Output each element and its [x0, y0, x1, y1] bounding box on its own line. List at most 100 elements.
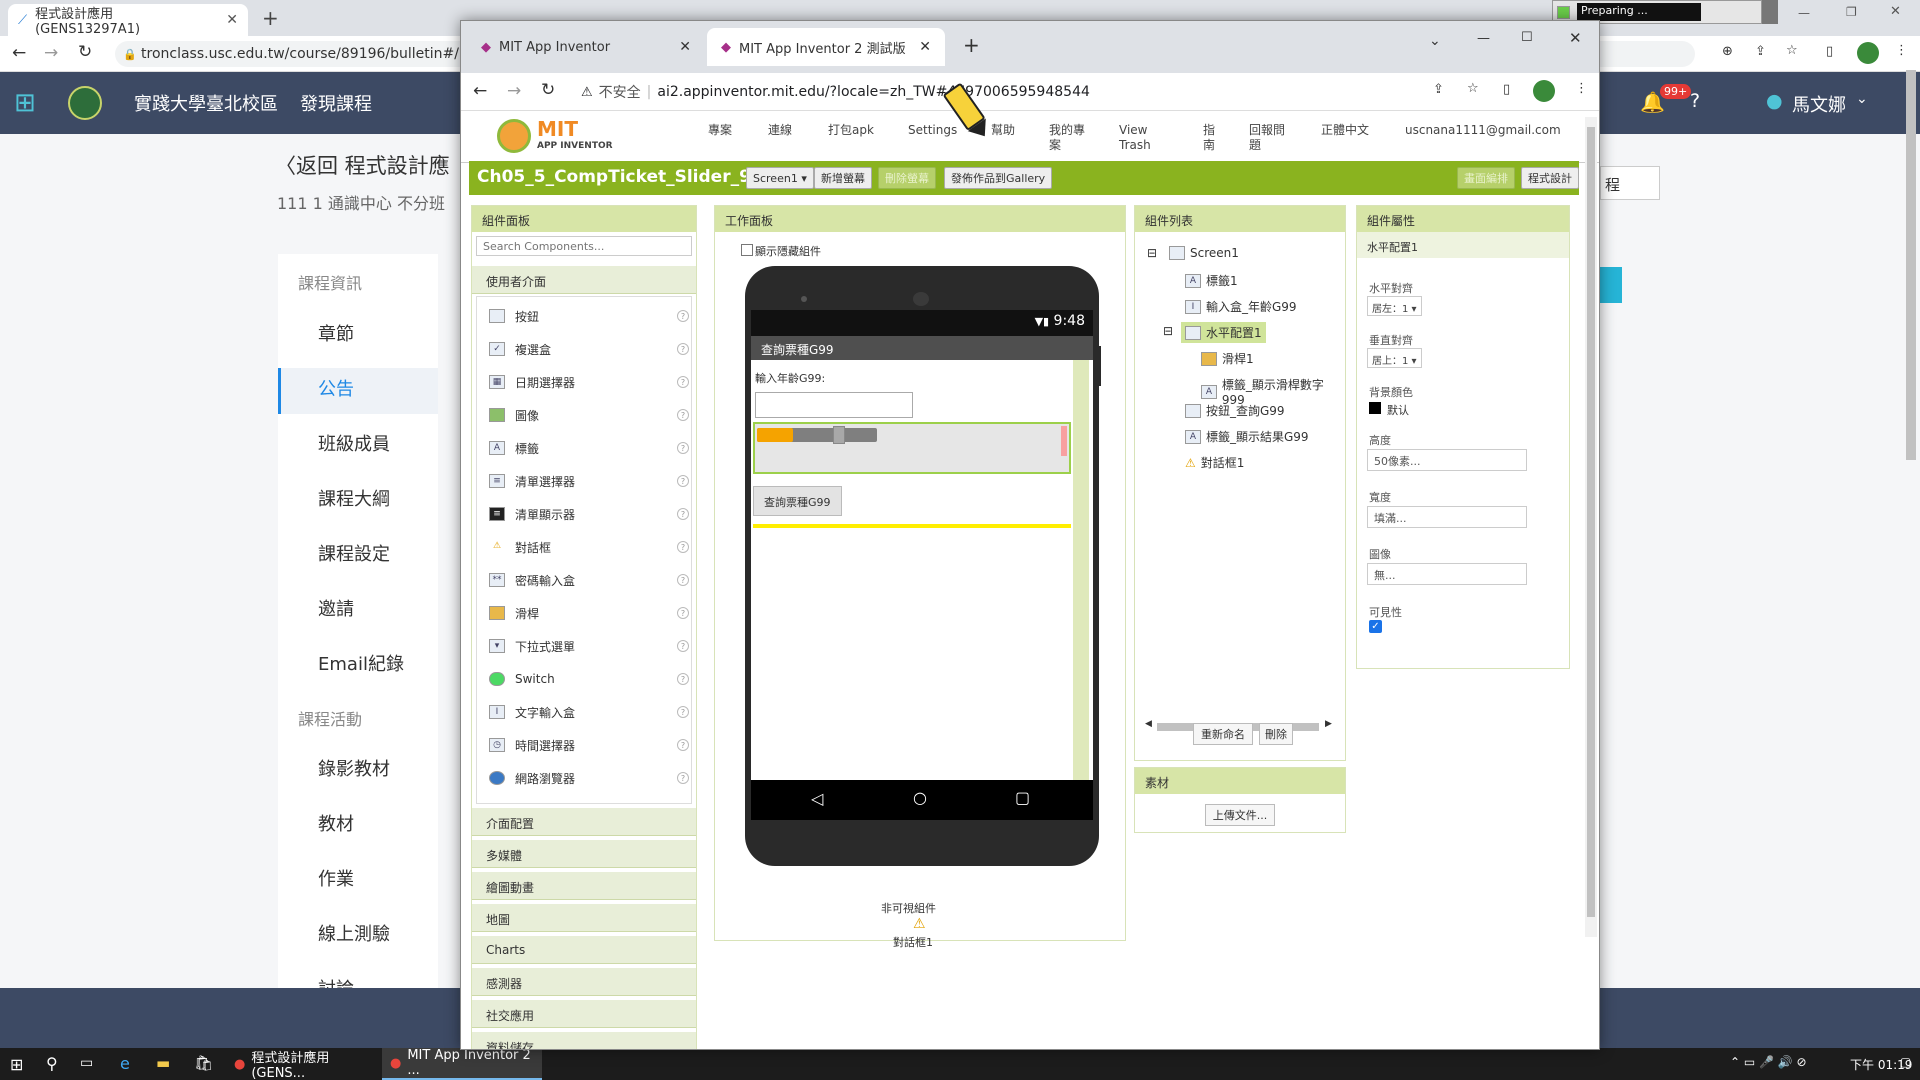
palette-item-checkbox[interactable]: ✓ 複選盒? — [489, 338, 689, 360]
sidebar-item[interactable]: 教材 — [318, 810, 354, 836]
help-icon[interactable]: ? — [677, 607, 689, 619]
tab-mit-app-inventor-2[interactable]: ◆ MIT App Inventor 2 測試版 ✕ — [707, 28, 945, 66]
forward-icon[interactable]: → — [44, 43, 58, 63]
menu-my-projects[interactable]: 我的專案 — [1049, 123, 1089, 153]
warning-icon[interactable]: ⚠ — [913, 916, 926, 932]
share-icon[interactable]: ⇪ — [1433, 82, 1444, 97]
palette-category-sensors[interactable]: 感測器 — [472, 968, 696, 996]
nav-back-icon[interactable]: ◁ — [811, 789, 823, 808]
tree-item-slider[interactable]: 滑桿1 — [1201, 350, 1254, 367]
sidebar-item-bulletin[interactable]: 公告 — [318, 375, 354, 401]
tree-item-button[interactable]: 按鈕_查詢G99 — [1185, 402, 1285, 419]
menu-guide[interactable]: 指南 — [1203, 123, 1217, 153]
slider-value-label[interactable] — [1061, 426, 1067, 456]
palette-item-label[interactable]: A 標籤? — [489, 437, 689, 459]
back-icon[interactable]: ← — [12, 43, 26, 63]
chevron-down-icon[interactable]: ⌄ — [1856, 91, 1868, 107]
zoom-icon[interactable]: ⊕ — [1722, 44, 1733, 59]
tree-item-notifier[interactable]: ⚠ 對話框1 — [1185, 454, 1244, 471]
tree-toggle-icon[interactable]: ⊟ — [1147, 246, 1157, 260]
ai-logo[interactable]: MIT APP INVENTOR — [497, 117, 627, 157]
tree-item-textbox[interactable]: I 輸入盒_年齡G99 — [1185, 298, 1297, 315]
palette-section-ui[interactable]: 使用者介面 — [472, 266, 696, 294]
tree-item-arrangement[interactable]: 水平配置1 — [1181, 322, 1266, 343]
palette-item-slider[interactable]: 滑桿? — [489, 602, 689, 624]
age-textbox[interactable] — [755, 392, 913, 418]
user-avatar-icon[interactable]: ● — [1766, 90, 1783, 112]
nav-recent-icon[interactable]: ▢ — [1015, 788, 1030, 807]
tree-toggle-icon[interactable]: ⊟ — [1163, 324, 1173, 338]
palette-category-drawing[interactable]: 繪圖動畫 — [472, 872, 696, 900]
palette-item-listpicker[interactable]: ≡ 清單選擇器? — [489, 470, 689, 492]
window-scroll-thumb[interactable] — [1587, 127, 1595, 917]
slider[interactable] — [757, 426, 877, 444]
preparing-handle-block[interactable] — [1762, 0, 1778, 24]
new-tab-icon[interactable]: + — [262, 6, 279, 30]
height-field[interactable]: 50像素... — [1367, 449, 1527, 471]
palette-category-media[interactable]: 多媒體 — [472, 840, 696, 868]
close-window-icon[interactable]: ✕ — [1569, 29, 1582, 47]
minimize-icon[interactable]: — — [1798, 6, 1810, 20]
tree-item-result-label[interactable]: A 標籤_顯示結果G99 — [1185, 428, 1309, 445]
share-icon[interactable]: ⇪ — [1755, 44, 1766, 59]
palette-item-textbox[interactable]: I 文字輸入盒? — [489, 701, 689, 723]
palette-category-charts[interactable]: Charts — [472, 936, 696, 964]
help-icon[interactable]: ? — [677, 475, 689, 487]
school-logo[interactable] — [68, 86, 102, 120]
search-icon[interactable]: ⚲ — [46, 1054, 58, 1073]
help-icon[interactable]: ? — [1690, 90, 1700, 112]
result-label[interactable] — [753, 524, 1071, 528]
close-icon[interactable]: ✕ — [679, 39, 691, 55]
menu-settings[interactable]: Settings — [908, 123, 957, 138]
help-icon[interactable]: ? — [677, 442, 689, 454]
close-icon[interactable]: ✕ — [1890, 4, 1901, 19]
palette-item-listview[interactable]: ≡ 清單顯示器? — [489, 503, 689, 525]
maximize-icon[interactable]: ☐ — [1521, 30, 1533, 45]
menu-language[interactable]: 正體中文 — [1321, 123, 1369, 138]
star-icon[interactable]: ☆ — [1467, 81, 1479, 96]
palette-item-passwordtextbox[interactable]: ** 密碼輸入盒? — [489, 569, 689, 591]
sidebar-item[interactable]: 線上測驗 — [318, 920, 390, 946]
bgcolor-value[interactable]: 默认 — [1387, 402, 1409, 418]
visible-checkbox[interactable]: ✓ — [1369, 620, 1382, 633]
help-icon[interactable]: ? — [677, 706, 689, 718]
palette-category-storage[interactable]: 資料儲存 — [472, 1032, 696, 1049]
help-icon[interactable]: ? — [677, 574, 689, 586]
sidepanel-icon[interactable]: ▯ — [1503, 82, 1510, 97]
help-icon[interactable]: ? — [677, 772, 689, 784]
taskbar-item-chrome-ai2[interactable]: ● MIT App Inventor 2 ... — [382, 1048, 542, 1080]
age-label[interactable]: 輸入年齡G99: — [755, 370, 825, 386]
apps-grid-icon[interactable]: ⊞ — [14, 88, 36, 118]
help-icon[interactable]: ? — [677, 640, 689, 652]
restore-icon[interactable]: ❐ — [1846, 5, 1857, 19]
sidebar-item[interactable]: 章節 — [318, 320, 354, 346]
scroll-left-icon[interactable]: ◀ — [1145, 719, 1152, 729]
reload-icon[interactable]: ↻ — [541, 80, 555, 100]
bgcolor-swatch[interactable] — [1369, 402, 1381, 414]
account-email[interactable]: uscnana1111@gmail.com — [1405, 123, 1561, 138]
help-icon[interactable]: ? — [677, 376, 689, 388]
edge-icon[interactable]: e — [120, 1054, 130, 1073]
back-icon[interactable]: ← — [473, 81, 487, 101]
palette-item-spinner[interactable]: ▾ 下拉式選單? — [489, 635, 689, 657]
add-screen-button[interactable]: 新增螢幕 — [814, 167, 872, 189]
profile-avatar[interactable] — [1857, 42, 1879, 64]
sidebar-item[interactable]: 邀請 — [318, 595, 354, 621]
forward-icon[interactable]: → — [507, 81, 521, 101]
delete-button[interactable]: 刪除 — [1259, 723, 1293, 745]
reload-icon[interactable]: ↻ — [78, 42, 92, 62]
remove-screen-button[interactable]: 刪除螢幕 — [878, 167, 936, 189]
nav-campus[interactable]: 實踐大學臺北校區 — [134, 90, 278, 116]
palette-category-social[interactable]: 社交應用 — [472, 1000, 696, 1028]
palette-item-webviewer[interactable]: 網路瀏覽器? — [489, 767, 689, 789]
menu-build[interactable]: 打包apk — [828, 123, 874, 138]
minimize-icon[interactable]: — — [1477, 31, 1490, 46]
help-icon[interactable]: ? — [677, 508, 689, 520]
help-icon[interactable]: ? — [677, 739, 689, 751]
palette-item-image[interactable]: 圖像? — [489, 404, 689, 426]
help-icon[interactable]: ? — [677, 343, 689, 355]
rename-button[interactable]: 重新命名 — [1193, 723, 1253, 745]
tab-search-icon[interactable]: ⌄ — [1429, 33, 1441, 49]
bg-page-button[interactable]: 程 — [1600, 166, 1660, 200]
query-button[interactable]: 查詢票種G99 — [753, 486, 842, 516]
